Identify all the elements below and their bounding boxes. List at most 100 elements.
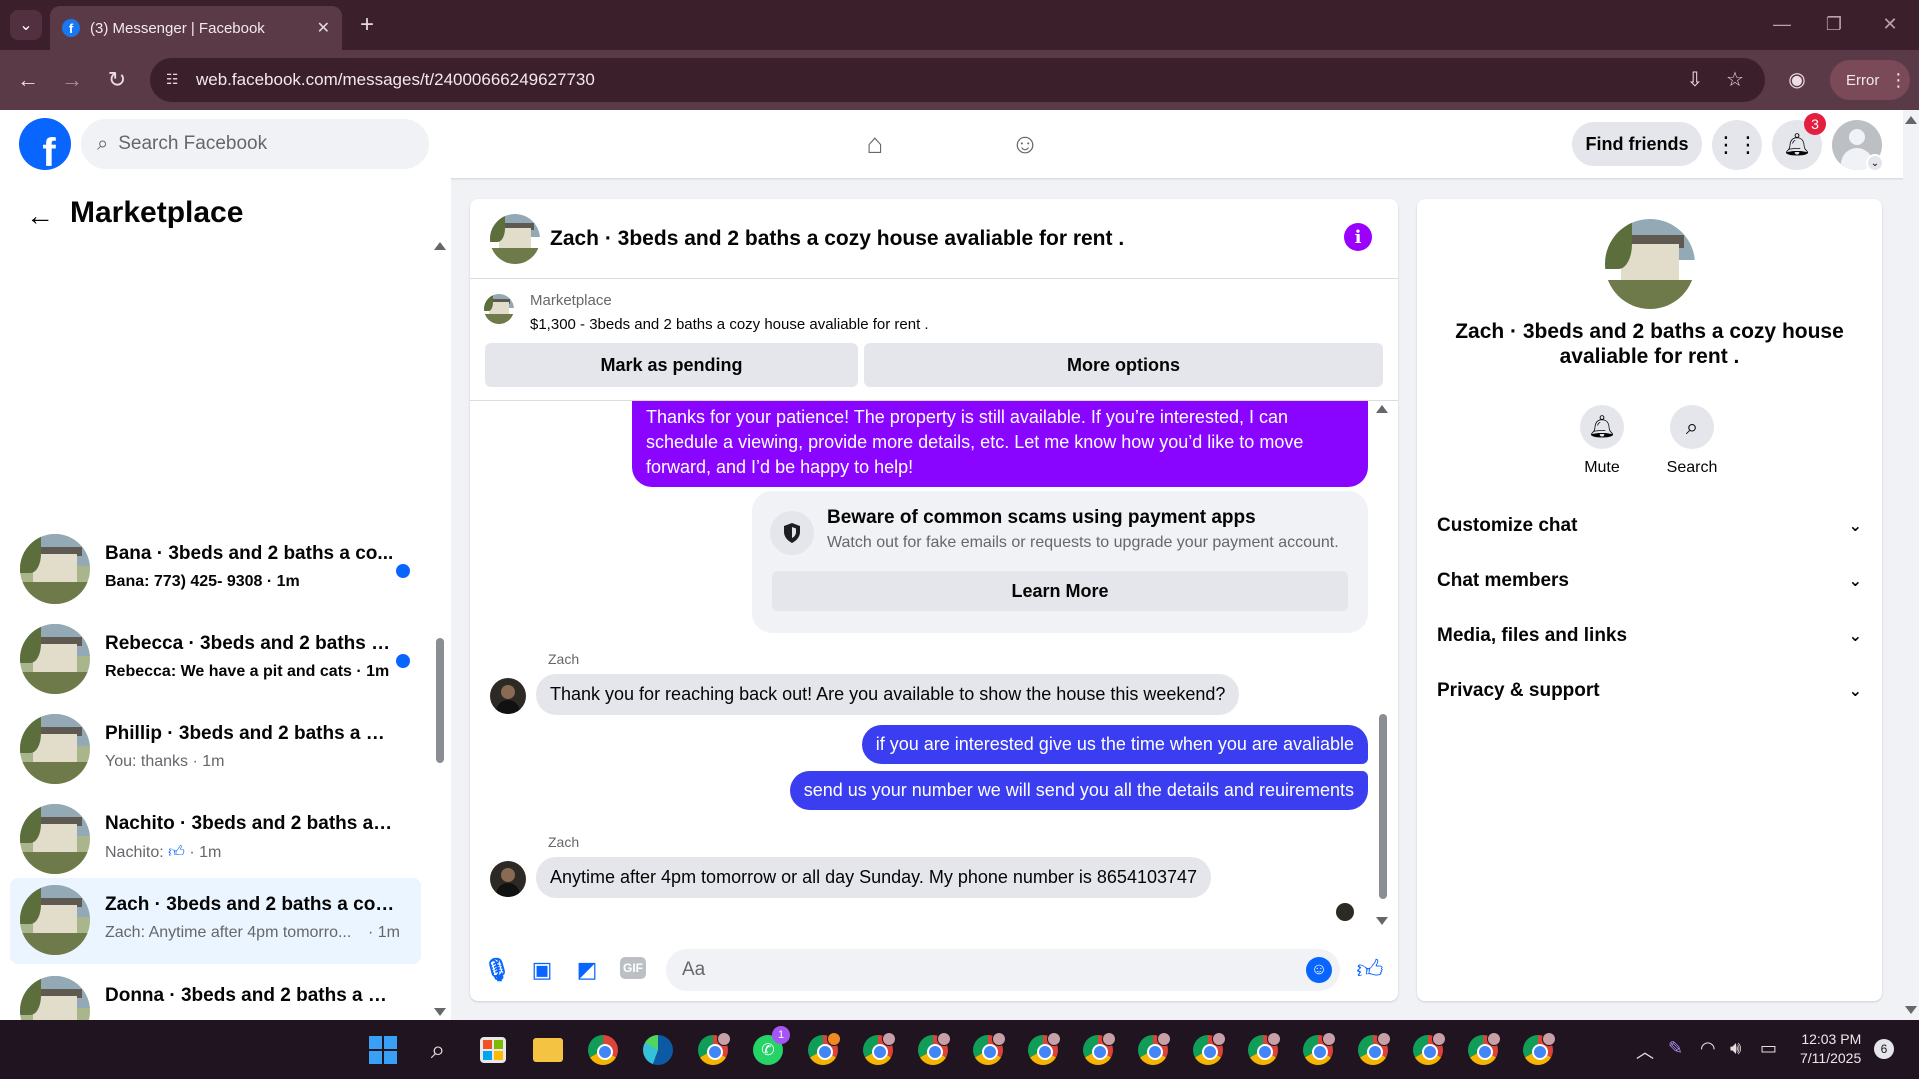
browser-error-button[interactable]: Error ⋮ (1830, 60, 1910, 100)
chrome-profile-icon[interactable] (1245, 1032, 1281, 1068)
conversation-item[interactable]: Bana · 3beds and 2 baths a co... Bana: 7… (10, 527, 421, 613)
conversation-item[interactable]: Rebecca · 3beds and 2 baths a ... Rebecc… (10, 617, 421, 703)
incoming-message[interactable]: Thank you for reaching back out! Are you… (536, 674, 1240, 715)
outgoing-message[interactable]: Thanks for your patience! The property i… (632, 401, 1368, 487)
tab-search-button[interactable]: ⌄ (10, 10, 42, 40)
chrome-profile-icon[interactable] (1080, 1032, 1116, 1068)
conversation-item[interactable]: Nachito · 3beds and 2 baths a c... Nachi… (10, 797, 421, 883)
facebook-search-input[interactable]: ⌕ Search Facebook (81, 119, 429, 169)
menu-grid-icon[interactable]: ⋮⋮ (1712, 120, 1762, 170)
chrome-profile-icon[interactable] (1025, 1032, 1061, 1068)
browser-tab-messenger[interactable]: f (3) Messenger | Facebook ✕ (50, 6, 342, 50)
listing-description[interactable]: $1,300 - 3beds and 2 baths a cozy house … (530, 316, 929, 333)
search-icon: ⌕ (97, 132, 109, 155)
sender-avatar[interactable] (490, 861, 526, 897)
conversation-item-active[interactable]: Zach · 3beds and 2 baths a cozy ... Zach… (10, 878, 421, 964)
search-in-chat-button[interactable]: ⌕ Search (1647, 405, 1737, 477)
house-avatar[interactable] (490, 214, 540, 264)
sender-avatar[interactable] (490, 678, 526, 714)
conversation-item[interactable]: Phillip · 3beds and 2 baths a coz... You… (10, 707, 421, 793)
warning-title: Beware of common scams using payment app… (827, 507, 1256, 528)
media-files-links-row[interactable]: Media, files and links ⌄ (1437, 616, 1862, 656)
store-icon[interactable] (475, 1032, 511, 1068)
chat-title[interactable]: Zach · 3beds and 2 baths a cozy house av… (550, 227, 1124, 251)
emoji-icon[interactable]: ☺ (1306, 957, 1332, 983)
chrome-profile-icon[interactable] (860, 1032, 896, 1068)
microphone-icon[interactable]: 🎙︎ (482, 955, 512, 985)
outgoing-message[interactable]: send us your number we will send you all… (789, 771, 1368, 810)
new-tab-button[interactable]: + (352, 10, 382, 40)
chrome-icon[interactable] (585, 1032, 621, 1068)
find-friends-button[interactable]: Find friends (1572, 122, 1702, 166)
windows-start-icon[interactable] (365, 1032, 401, 1068)
conversation-preview: You: thanks · 1m (105, 753, 225, 770)
chrome-profile-icon[interactable] (1465, 1032, 1501, 1068)
incoming-message[interactable]: Anytime after 4pm tomorrow or all day Su… (536, 857, 1212, 898)
page-scrollbar[interactable] (1903, 110, 1919, 1020)
conversation-item[interactable]: Donna · 3beds and 2 baths a coz... (10, 969, 421, 1020)
install-app-icon[interactable]: ⇩ (1680, 64, 1710, 94)
file-explorer-icon[interactable] (530, 1032, 566, 1068)
chrome-profile-icon[interactable] (805, 1032, 841, 1068)
info-icon[interactable]: i (1344, 223, 1372, 251)
customize-chat-row[interactable]: Customize chat ⌄ (1437, 506, 1862, 546)
notification-center-badge[interactable]: 6 (1874, 1039, 1894, 1059)
site-info-icon[interactable]: ☷ (166, 71, 184, 89)
close-window-button[interactable]: ✕ (1870, 10, 1910, 38)
chrome-profile-icon[interactable] (1300, 1032, 1336, 1068)
bookmark-star-icon[interactable]: ☆ (1720, 64, 1750, 94)
groups-icon[interactable]: ☺ (1003, 122, 1047, 166)
back-button[interactable]: ← (12, 64, 44, 96)
volume-icon[interactable]: 🔊︎ (1730, 1038, 1741, 1059)
reload-button[interactable]: ↻ (101, 64, 133, 96)
preview-time: · 1m (189, 844, 222, 861)
warning-text: Watch out for fake emails or requests to… (827, 534, 1339, 551)
wifi-icon[interactable]: ◠ (1700, 1038, 1716, 1059)
tray-overflow-icon[interactable]: ︿ (1636, 1038, 1654, 1064)
chrome-profile-icon[interactable] (915, 1032, 951, 1068)
mute-button[interactable]: 🔔︎ Mute (1557, 405, 1647, 477)
system-clock[interactable]: 12:03 PM 7/11/2025 (1800, 1030, 1861, 1068)
address-bar[interactable]: ☷ web.facebook.com/messages/t/2400066624… (150, 58, 1765, 102)
tab-close-icon[interactable]: ✕ (317, 18, 330, 38)
chat-scrollbar[interactable] (1376, 401, 1390, 931)
forward-button[interactable]: → (56, 64, 88, 96)
chrome-profile-icon[interactable] (1355, 1032, 1391, 1068)
conversation-preview: Zach: Anytime after 4pm tomorro... · 1m (105, 924, 405, 942)
whatsapp-icon[interactable]: ✆ 1 (750, 1026, 790, 1068)
mark-as-pending-button[interactable]: Mark as pending (485, 343, 858, 387)
sticker-icon[interactable]: ◩ (572, 955, 602, 985)
profile-icon[interactable]: ◉ (1782, 64, 1812, 94)
chat-members-row[interactable]: Chat members ⌄ (1437, 561, 1862, 601)
sender-name: Zach (548, 651, 580, 667)
sidebar-scrollbar[interactable] (434, 238, 446, 1020)
minimize-button[interactable]: — (1762, 10, 1802, 38)
chat-header: Zach · 3beds and 2 baths a cozy house av… (470, 199, 1398, 279)
outgoing-message[interactable]: if you are interested give us the time w… (861, 725, 1368, 764)
chrome-profile-icon[interactable] (970, 1032, 1006, 1068)
chrome-profile-icon[interactable] (1410, 1032, 1446, 1068)
chrome-profile-icon[interactable] (695, 1032, 731, 1068)
privacy-support-row[interactable]: Privacy & support ⌄ (1437, 671, 1862, 711)
image-icon[interactable]: ▣ (527, 955, 557, 985)
chrome-profile-icon[interactable] (1135, 1032, 1171, 1068)
chrome-profile-icon[interactable] (1190, 1032, 1226, 1068)
listing-thumbnail[interactable] (484, 294, 514, 324)
facebook-logo[interactable]: f (19, 118, 71, 170)
battery-icon[interactable]: ▭ (1760, 1038, 1777, 1059)
house-avatar (20, 624, 90, 694)
pen-icon[interactable]: ✎ (1668, 1038, 1683, 1059)
gif-icon[interactable]: GIF (620, 957, 646, 979)
conversation-name: Zach · 3beds and 2 baths a cozy ... (105, 894, 395, 915)
maximize-button[interactable]: ❐ (1814, 10, 1854, 38)
edge-icon[interactable] (640, 1032, 676, 1068)
browser-tabstrip: ⌄ f (3) Messenger | Facebook ✕ + — ❐ ✕ (0, 0, 1919, 50)
message-input[interactable]: Aa (666, 949, 1340, 991)
back-arrow-icon[interactable]: ← (26, 200, 54, 232)
search-icon[interactable]: ⌕ (420, 1032, 456, 1068)
thumbs-up-icon[interactable]: 👍︎ (1354, 953, 1386, 985)
chrome-profile-icon[interactable] (1520, 1032, 1556, 1068)
home-icon[interactable]: ⌂ (853, 122, 897, 166)
learn-more-button[interactable]: Learn More (772, 571, 1348, 611)
more-options-button[interactable]: More options (864, 343, 1383, 387)
